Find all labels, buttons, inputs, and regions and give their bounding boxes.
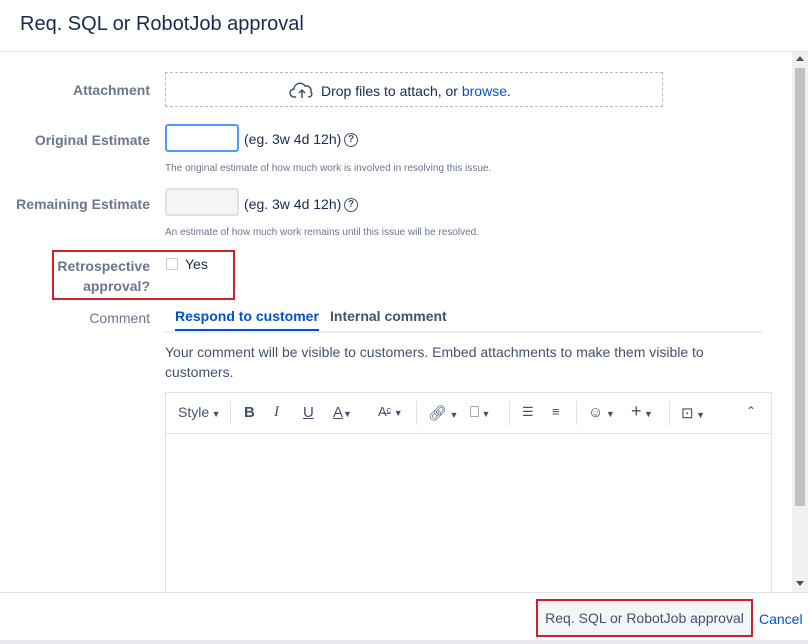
retrospective-label: Retrospective approval?: [0, 256, 150, 296]
help-icon[interactable]: ?: [344, 133, 358, 147]
original-estimate-input[interactable]: [165, 124, 239, 152]
scroll-up-icon[interactable]: [796, 56, 804, 61]
bold-icon[interactable]: B: [244, 404, 255, 421]
underline-icon[interactable]: U: [303, 404, 314, 421]
style-dropdown[interactable]: Style ▼: [178, 404, 221, 420]
dialog-title: Req. SQL or RobotJob approval: [20, 13, 304, 35]
comment-label: Comment: [89, 310, 150, 326]
style-dropdown-label: Style: [178, 404, 210, 420]
scrollbar-thumb[interactable]: [795, 68, 805, 506]
comment-visibility-note: Your comment will be visible to customer…: [165, 344, 704, 380]
numbered-list-icon[interactable]: ≡: [552, 404, 560, 419]
dropzone-instructions: Drop files to attach, or: [321, 83, 462, 99]
emoji-icon[interactable]: ☺ ▼: [588, 404, 615, 421]
link-icon[interactable]: 🔗︎ ▼: [428, 404, 458, 422]
attachment-icon[interactable]: ⎕ ▼: [470, 404, 490, 421]
collapse-icon[interactable]: ⌃: [746, 404, 756, 418]
active-tab-indicator: [175, 329, 319, 331]
scrollbar[interactable]: [792, 52, 808, 592]
toolbar-divider: [416, 401, 417, 425]
insert-icon[interactable]: + ▼: [631, 401, 653, 422]
editor-toolbar: Style ▼ B I U A ▼ A̶ᶜ ▼ 🔗︎ ▼ ⎕ ▼ ☰ ≡ ☺ ▼…: [166, 393, 771, 434]
tab-internal-label: Internal comment: [330, 308, 447, 324]
dropzone-period: .: [506, 83, 511, 99]
browse-link[interactable]: browse: [462, 83, 507, 99]
remaining-estimate-label: Remaining Estimate: [16, 196, 150, 212]
attachment-dropzone[interactable]: Drop files to attach, or browse.: [165, 72, 663, 107]
dialog-body: Attachment Drop files to attach, or brow…: [0, 52, 808, 592]
dialog-header: Req. SQL or RobotJob approval: [0, 0, 808, 52]
bullet-list-icon[interactable]: ☰: [522, 404, 534, 420]
scroll-down-icon[interactable]: [796, 581, 804, 586]
tab-respond-to-customer[interactable]: Respond to customer: [175, 308, 319, 331]
bottom-border: [0, 640, 808, 644]
comment-tabs: Respond to customer Internal comment: [165, 304, 762, 333]
tab-internal-comment[interactable]: Internal comment: [330, 308, 447, 324]
retrospective-label-line2: approval?: [83, 278, 150, 294]
attachment-label: Attachment: [72, 82, 150, 98]
comment-editor[interactable]: Style ▼ B I U A ▼ A̶ᶜ ▼ 🔗︎ ▼ ⎕ ▼ ☰ ≡ ☺ ▼…: [165, 392, 772, 592]
original-estimate-description: The original estimate of how much work i…: [165, 163, 492, 174]
comment-macro-icon[interactable]: ⊡ ▼: [681, 404, 705, 422]
toolbar-divider: [509, 401, 510, 425]
chevron-down-icon: ▼: [209, 409, 221, 419]
tab-respond-label: Respond to customer: [175, 308, 319, 324]
dropzone-text: Drop files to attach, or browse.: [321, 83, 511, 99]
retrospective-checkbox[interactable]: [166, 258, 178, 270]
help-icon[interactable]: ?: [344, 198, 358, 212]
remaining-estimate-description: An estimate of how much work remains unt…: [165, 227, 480, 238]
original-estimate-hint: (eg. 3w 4d 12h): [244, 131, 342, 147]
italic-icon[interactable]: I: [274, 404, 279, 421]
toolbar-divider: [230, 401, 231, 425]
retrospective-checkbox-label[interactable]: Yes: [185, 256, 208, 272]
text-color-icon[interactable]: A ▼: [333, 404, 352, 421]
dialog-footer: Req. SQL or RobotJob approval Cancel: [0, 592, 808, 644]
cloud-upload-icon: [289, 82, 313, 98]
original-estimate-label: Original Estimate: [34, 132, 150, 148]
cancel-button[interactable]: Cancel: [759, 611, 803, 627]
toolbar-divider: [669, 401, 670, 425]
remaining-estimate-hint: (eg. 3w 4d 12h): [244, 196, 342, 212]
remaining-estimate-input[interactable]: [165, 188, 239, 216]
toolbar-divider: [576, 401, 577, 425]
retrospective-label-line1: Retrospective: [57, 258, 150, 274]
submit-button[interactable]: Req. SQL or RobotJob approval: [536, 599, 753, 637]
text-format-icon[interactable]: A̶ᶜ ▼: [378, 404, 403, 419]
